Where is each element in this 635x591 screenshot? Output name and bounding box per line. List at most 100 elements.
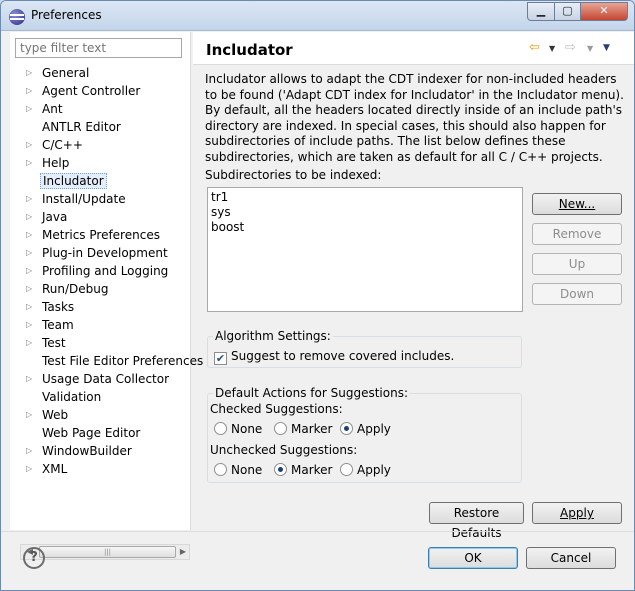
- expand-arrow-icon[interactable]: ▷: [26, 406, 32, 424]
- tree-item-label: Web Page Editor: [42, 426, 141, 440]
- expand-arrow-icon[interactable]: ▷: [26, 316, 32, 334]
- expand-arrow-icon[interactable]: ▷: [26, 136, 32, 154]
- expand-arrow-icon[interactable]: ▷: [26, 154, 32, 172]
- forward-arrow-icon[interactable]: ⇨: [565, 40, 576, 55]
- tree-item[interactable]: ▷ Java: [10, 208, 191, 226]
- cancel-button[interactable]: Cancel: [526, 547, 616, 569]
- expand-arrow-icon[interactable]: ▷: [26, 370, 32, 388]
- expand-arrow-icon[interactable]: ▷: [26, 190, 32, 208]
- scroll-right-arrow-icon[interactable]: ▶: [175, 545, 191, 559]
- tree-item[interactable]: ▷ Test: [10, 334, 191, 352]
- tree-item[interactable]: ▷ Web: [10, 406, 191, 424]
- page-description: Includator allows to adapt the CDT index…: [205, 72, 624, 164]
- checked-radio-label: Marker: [291, 422, 333, 436]
- checked-radio-none[interactable]: [214, 422, 227, 435]
- back-dropdown-icon[interactable]: ▼: [549, 44, 555, 53]
- unchecked-radio-marker[interactable]: [274, 463, 287, 476]
- maximize-button[interactable]: ▢: [554, 2, 581, 21]
- checked-option-apply[interactable]: Apply: [340, 422, 391, 436]
- checked-radio-label: None: [231, 422, 263, 436]
- tree-item[interactable]: ▷ C/C++: [10, 136, 191, 154]
- includator-page: Includator ⇦ ▼ ⇨ ▼ ▼ Includator allows t…: [193, 32, 634, 540]
- tree-item[interactable]: ▷ Run/Debug: [10, 280, 191, 298]
- tree-item[interactable]: ▷ Profiling and Logging: [10, 262, 191, 280]
- tree-item-label: Help: [42, 156, 70, 170]
- restore-defaults-button[interactable]: Restore Defaults: [429, 502, 524, 540]
- remove-button[interactable]: Remove: [532, 223, 622, 245]
- expand-arrow-icon[interactable]: ▷: [26, 226, 32, 244]
- tree-item[interactable]: ▷ Help: [10, 154, 191, 172]
- unchecked-option-marker[interactable]: Marker: [274, 463, 332, 477]
- unchecked-radio-label: None: [231, 463, 263, 477]
- checked-option-none[interactable]: None: [214, 422, 262, 436]
- unchecked-radio-apply[interactable]: [340, 463, 353, 476]
- expand-arrow-icon[interactable]: ▷: [26, 82, 32, 100]
- tree-item-label: Profiling and Logging: [42, 264, 169, 278]
- expand-arrow-icon[interactable]: ▷: [26, 460, 32, 478]
- tree-item[interactable]: ▷ XML: [10, 460, 191, 478]
- title-bar[interactable]: Preferences ▁ ▢ ✕: [1, 1, 634, 31]
- view-menu-icon[interactable]: ▼: [603, 43, 610, 53]
- tree-item[interactable]: Web Page Editor: [10, 424, 191, 442]
- default-actions-title: Default Actions for Suggestions:: [213, 386, 410, 400]
- new-button[interactable]: New...: [532, 193, 622, 215]
- tree-item-label: Ant: [42, 102, 63, 116]
- down-button[interactable]: Down: [532, 283, 622, 305]
- subdirs-list[interactable]: tr1 sys boost: [207, 187, 523, 312]
- unchecked-radio-label: Apply: [357, 463, 391, 477]
- unchecked-option-none[interactable]: None: [214, 463, 262, 477]
- algorithm-settings-group: Algorithm Settings: ✔ Suggest to remove c…: [207, 329, 522, 368]
- tree-item[interactable]: Test File Editor Preferences: [10, 352, 203, 370]
- list-item[interactable]: tr1: [211, 190, 519, 205]
- tree-item[interactable]: ▷ Tasks: [10, 298, 191, 316]
- tree-horizontal-scrollbar[interactable]: ◀ ||| ▶: [20, 544, 190, 560]
- tree-item[interactable]: ▷ Install/Update: [10, 190, 191, 208]
- tree-item[interactable]: ▷ Usage Data Collector: [10, 370, 191, 388]
- back-arrow-icon[interactable]: ⇦: [529, 40, 540, 55]
- expand-arrow-icon[interactable]: ▷: [26, 298, 32, 316]
- forward-dropdown-icon[interactable]: ▼: [587, 44, 593, 53]
- tree-item-label: Team: [42, 318, 74, 332]
- tree-item[interactable]: ▷ Agent Controller: [10, 82, 191, 100]
- window-title: Preferences: [31, 8, 102, 22]
- scrollbar-thumb[interactable]: |||: [39, 546, 176, 558]
- tree-item-label: Metrics Preferences: [42, 228, 160, 242]
- help-icon[interactable]: ?: [23, 547, 45, 569]
- list-item[interactable]: boost: [211, 220, 519, 235]
- expand-arrow-icon[interactable]: ▷: [26, 280, 32, 298]
- tree-item[interactable]: ▷ General: [10, 64, 191, 82]
- minimize-button[interactable]: ▁: [527, 2, 555, 21]
- checked-option-marker[interactable]: Marker: [274, 422, 332, 436]
- expand-arrow-icon[interactable]: ▷: [26, 334, 32, 352]
- expand-arrow-icon[interactable]: ▷: [26, 208, 32, 226]
- tree-item[interactable]: ▷ Plug-in Development: [10, 244, 191, 262]
- expand-arrow-icon[interactable]: ▷: [26, 262, 32, 280]
- suggest-remove-checkbox[interactable]: ✔: [214, 352, 227, 365]
- apply-button[interactable]: Apply: [532, 502, 622, 524]
- expand-arrow-icon[interactable]: ▷: [26, 442, 32, 460]
- close-window-button[interactable]: ✕: [580, 2, 628, 21]
- cancel-button-label: Cancel: [550, 551, 592, 565]
- remove-button-label: Remove: [552, 227, 602, 241]
- tree-item-label: C/C++: [42, 138, 83, 152]
- tree-item[interactable]: Includator: [10, 172, 191, 190]
- tree-item[interactable]: ANTLR Editor: [10, 118, 191, 136]
- tree-item[interactable]: ▷ WindowBuilder: [10, 442, 191, 460]
- expand-arrow-icon[interactable]: ▷: [26, 244, 32, 262]
- checked-radio-apply[interactable]: [340, 422, 353, 435]
- checked-radio-marker[interactable]: [274, 422, 287, 435]
- ok-button[interactable]: OK: [428, 547, 518, 569]
- unchecked-radio-none[interactable]: [214, 463, 227, 476]
- unchecked-option-apply[interactable]: Apply: [340, 463, 391, 477]
- filter-input[interactable]: [15, 38, 182, 58]
- up-button[interactable]: Up: [532, 253, 622, 275]
- expand-arrow-icon[interactable]: ▷: [26, 100, 32, 118]
- suggest-remove-checkbox-row[interactable]: ✔ Suggest to remove covered includes.: [214, 349, 454, 365]
- tree-item[interactable]: Validation: [10, 388, 191, 406]
- expand-arrow-icon[interactable]: ▷: [26, 64, 32, 82]
- tree-item[interactable]: ▷ Team: [10, 316, 191, 334]
- list-item[interactable]: sys: [211, 205, 519, 220]
- tree-item[interactable]: ▷ Ant: [10, 100, 191, 118]
- tree-item-label: Usage Data Collector: [42, 372, 170, 386]
- tree-item[interactable]: ▷ Metrics Preferences: [10, 226, 191, 244]
